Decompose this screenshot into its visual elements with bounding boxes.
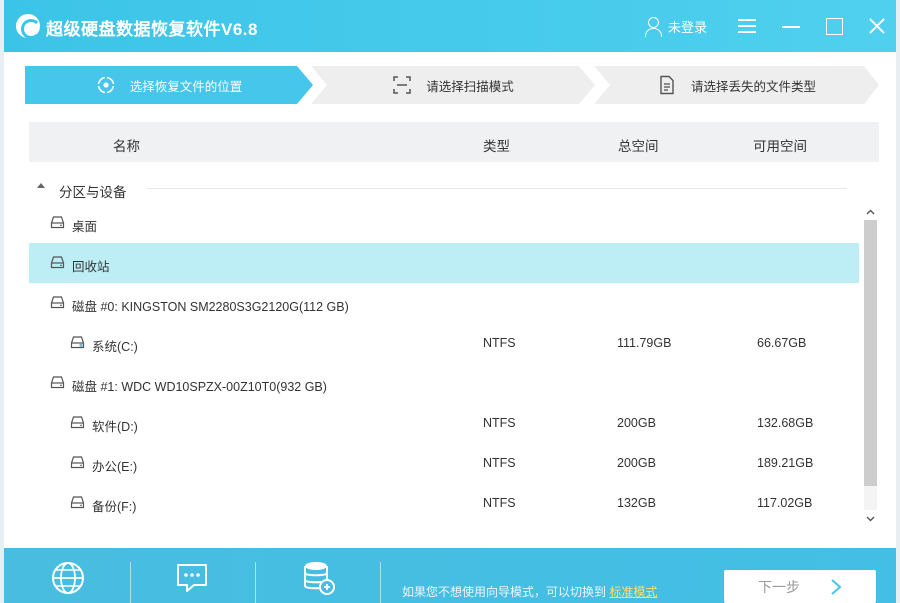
group-header: 分区与设备 [29,176,859,200]
next-label: 下一步 [758,578,800,595]
column-free[interactable]: 可用空间 [753,135,807,155]
row-name: 备份(F:) [92,500,137,514]
wizard-steps: 选择恢复文件的位置 请选择扫描模式 请选择丢失的文件类型 [25,66,879,104]
next-button[interactable]: 下一步 [724,570,876,603]
row-total: 200GB [617,416,656,430]
app-title: 超级硬盘数据恢复软件V6.8 [46,20,258,39]
table-row[interactable]: 磁盘 #0: KINGSTON SM2280S3G2120G(112 GB) [29,283,859,323]
drive-icon [50,376,65,389]
drive-icon [50,256,65,269]
document-icon [657,75,677,95]
step-select-location[interactable]: 选择恢复文件的位置 [25,66,313,104]
drive-icon [50,296,65,309]
row-type: NTFS [483,336,516,350]
footer-divider [130,562,131,603]
hint-text: 如果您不想使用向导模式，可以切换到 [402,585,607,599]
row-total: 111.79GB [617,336,672,350]
drive-icon [70,416,85,429]
table-header: 名称 类型 总空间 可用空间 [29,122,879,162]
footer-divider [380,562,381,603]
chat-icon[interactable] [174,560,210,596]
table-row[interactable]: 桌面 [29,203,859,243]
row-total: 200GB [617,456,656,470]
login-button[interactable]: 未登录 [644,15,707,37]
group-divider [147,188,847,189]
row-type: NTFS [483,456,516,470]
row-name: 桌面 [72,220,98,234]
login-label: 未登录 [668,19,708,35]
column-name[interactable]: 名称 [113,135,140,155]
row-name: 回收站 [72,260,110,274]
row-name: 软件(D:) [92,420,138,434]
title-bar: 超级硬盘数据恢复软件V6.8 未登录 [4,0,896,52]
app-window: 超级硬盘数据恢复软件V6.8 未登录 选择恢复文件的位置 请选择扫描模式 请选择… [0,0,900,603]
footer-bar: 如果您不想使用向导模式，可以切换到 标准模式 下一步 [4,548,896,603]
scroll-down-icon[interactable] [866,514,875,523]
table-row[interactable]: 软件(D:) NTFS 200GB 132.68GB [29,403,859,443]
database-icon[interactable] [300,560,336,596]
vertical-scrollbar[interactable] [863,204,878,528]
drive-icon [50,216,65,229]
step-label: 请选择丢失的文件类型 [690,79,816,94]
standard-mode-link[interactable]: 标准模式 [609,585,657,599]
row-type: NTFS [483,496,516,510]
system-drive-icon [70,336,85,349]
table-row[interactable]: 回收站 [29,243,859,283]
row-free: 189.21GB [757,456,814,470]
arrow-right-icon [831,578,842,595]
row-name: 磁盘 #1: WDC WD10SPZX-00Z10T0(932 GB) [72,380,327,394]
group-label: 分区与设备 [59,185,127,200]
menu-icon[interactable] [735,14,759,38]
globe-icon[interactable] [50,560,86,596]
step-label: 选择恢复文件的位置 [129,79,243,94]
column-total[interactable]: 总空间 [618,135,659,155]
footer-divider [255,562,256,603]
user-icon [644,16,662,37]
location-icon [96,75,116,95]
scroll-thumb[interactable] [864,220,877,486]
row-name: 磁盘 #0: KINGSTON SM2280S3G2120G(112 GB) [72,300,349,314]
row-name: 办公(E:) [92,460,138,474]
table-row[interactable]: 备份(F:) NTFS 132GB 117.02GB [29,483,859,523]
row-type: NTFS [483,416,516,430]
row-free: 132.68GB [757,416,814,430]
drive-icon [70,496,85,509]
collapse-triangle-icon[interactable] [37,183,45,188]
column-type[interactable]: 类型 [483,135,510,155]
mode-hint: 如果您不想使用向导模式，可以切换到 标准模式 [402,583,657,600]
drive-icon [70,456,85,469]
table-row[interactable]: 磁盘 #1: WDC WD10SPZX-00Z10T0(932 GB) [29,363,859,403]
close-icon[interactable] [865,14,889,38]
row-free: 66.67GB [757,336,807,350]
table-row[interactable]: 办公(E:) NTFS 200GB 189.21GB [29,443,859,483]
maximize-icon[interactable] [822,14,846,38]
table-row[interactable]: 系统(C:) NTFS 111.79GB 66.67GB [29,323,859,363]
minimize-icon[interactable] [779,14,803,38]
scan-icon [392,75,412,95]
app-logo-icon [16,14,41,39]
step-label: 请选择扫描模式 [426,79,514,94]
step-file-type[interactable]: 请选择丢失的文件类型 [594,66,879,104]
device-list: 桌面 回收站 磁盘 #0: KINGSTON SM2280S3G2120G(11… [29,203,859,523]
row-name: 系统(C:) [92,340,138,354]
scroll-up-icon[interactable] [866,208,875,217]
step-scan-mode[interactable]: 请选择扫描模式 [311,66,595,104]
row-total: 132GB [617,496,656,510]
row-free: 117.02GB [757,496,813,510]
